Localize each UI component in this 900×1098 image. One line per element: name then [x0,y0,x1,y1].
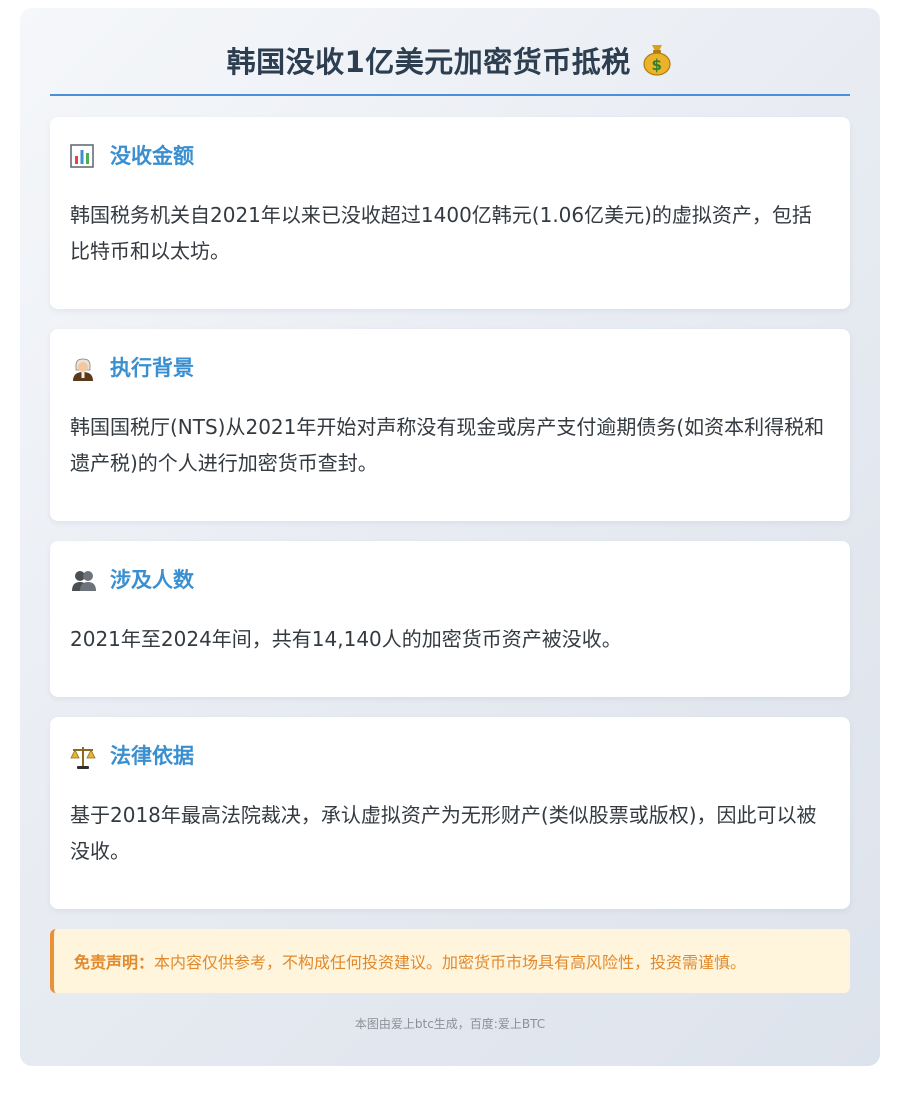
bar-chart-icon [70,144,94,168]
card-title: 没收金额 [110,144,194,168]
disclaimer-text: 本内容仅供参考，不构成任何投资建议。加密货币市场具有高风险性，投资需谨慎。 [154,953,747,972]
page-title: 韩国没收1亿美元加密货币抵税 $ [50,8,850,94]
card-confiscation-amount: 没收金额 韩国税务机关自2021年以来已没收超过1400亿韩元(1.06亿美元)… [50,117,850,309]
card-body: 韩国税务机关自2021年以来已没收超过1400亿韩元(1.06亿美元)的虚拟资产… [70,203,812,263]
card-people-involved: 涉及人数 2021年至2024年间，共有14,140人的加密货币资产被没收。 [50,541,850,697]
card-header: 执行背景 [70,353,830,383]
card-header: 法律依据 [70,741,830,771]
card-header: 涉及人数 [70,565,830,595]
card-legal-basis: 法律依据 基于2018年最高法院裁决，承认虚拟资产为无形财产(类似股票或版权)，… [50,717,850,909]
footer-credit: 本图由爱上btc生成，百度:爱上BTC [354,1017,546,1031]
infographic-panel: 韩国没收1亿美元加密货币抵税 $ 没收金额 韩国税务机关自2021年以来已没收超… [20,8,880,1066]
card-body: 韩国国税厅(NTS)从2021年开始对声称没有现金或房产支付逾期债务(如资本利得… [70,415,825,475]
card-title: 执行背景 [110,356,194,380]
money-bag-icon: $ [641,42,673,86]
judge-icon [70,356,94,381]
card-title: 涉及人数 [110,568,194,592]
page-title-text: 韩国没收1亿美元加密货币抵税 [226,45,631,79]
card-header: 没收金额 [70,141,830,171]
title-divider [50,94,850,96]
svg-text:$: $ [652,56,663,74]
card-title: 法律依据 [110,744,194,768]
disclaimer-box: 免责声明： 本内容仅供参考，不构成任何投资建议。加密货币市场具有高风险性，投资需谨… [50,929,850,993]
scales-icon [70,744,96,769]
people-icon [70,568,96,592]
card-enforcement-background: 执行背景 韩国国税厅(NTS)从2021年开始对声称没有现金或房产支付逾期债务(… [50,329,850,521]
disclaimer-label: 免责声明： [74,953,155,972]
card-body: 基于2018年最高法院裁决，承认虚拟资产为无形财产(类似股票或版权)，因此可以被… [70,803,817,863]
card-body: 2021年至2024年间，共有14,140人的加密货币资产被没收。 [70,627,622,651]
